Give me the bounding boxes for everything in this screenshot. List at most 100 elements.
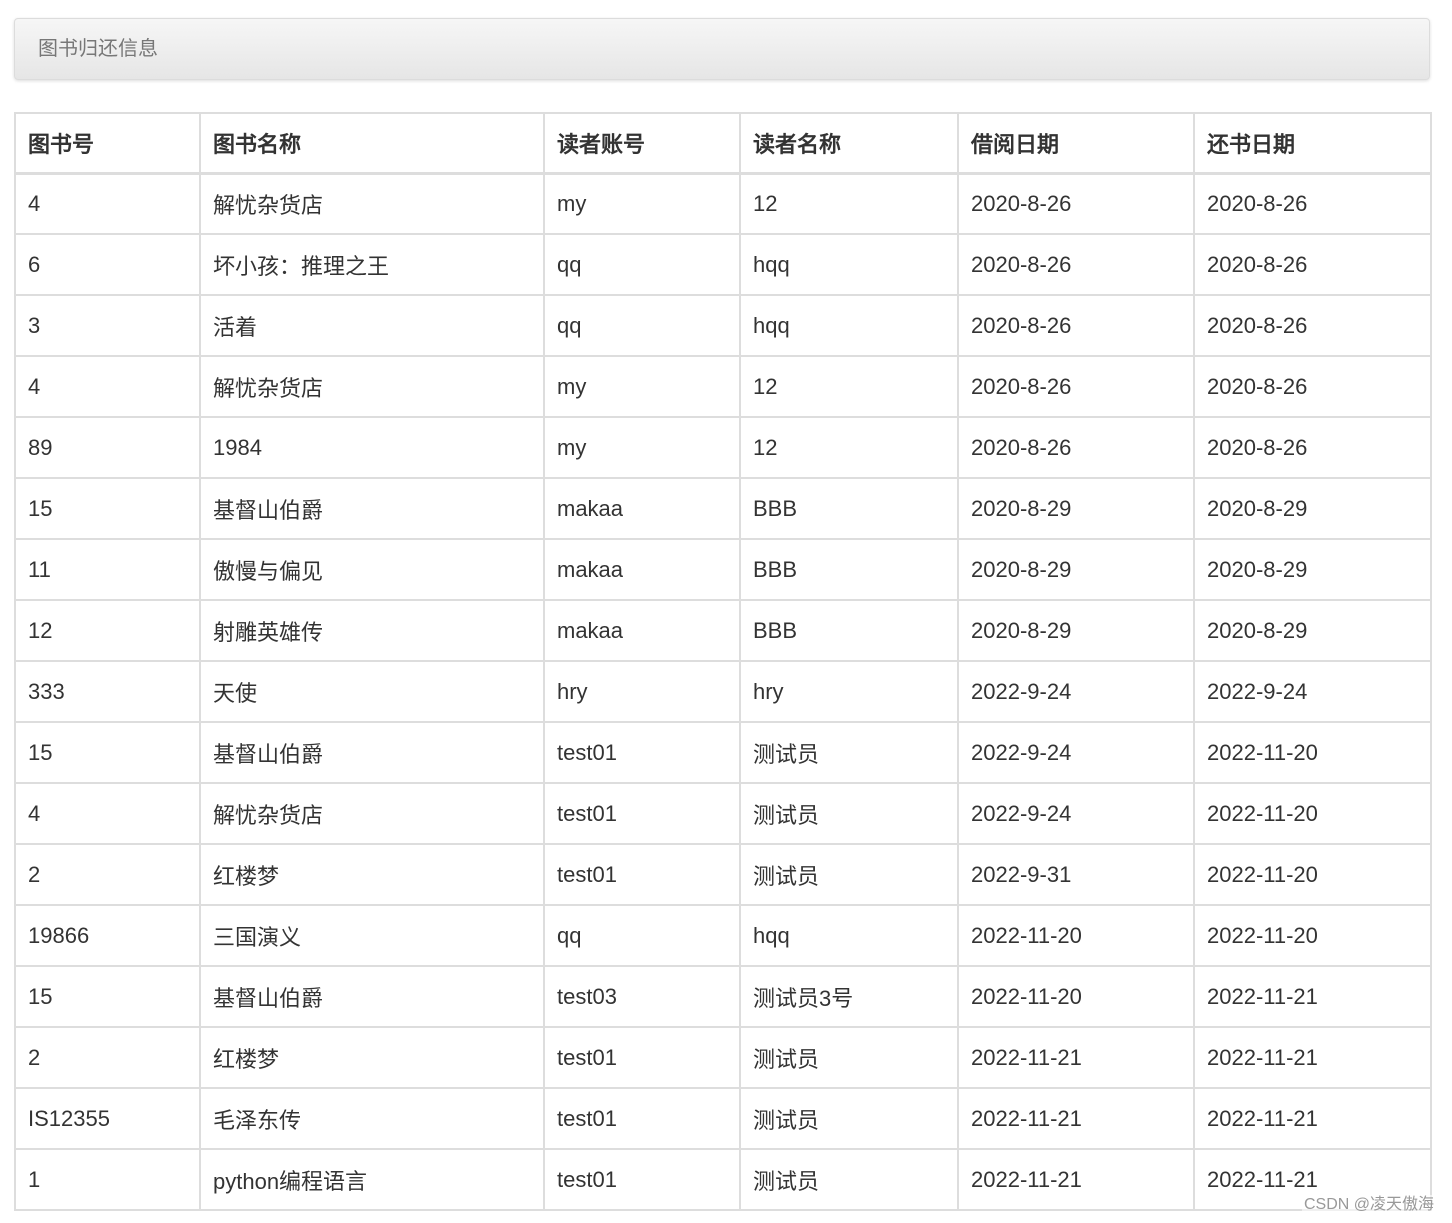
cell-book-title: 傲慢与偏见 xyxy=(199,538,545,601)
table-row: 12 射雕英雄传 makaa BBB 2020-8-29 2020-8-29 xyxy=(14,599,1432,662)
cell-return-date: 2020-8-26 xyxy=(1193,294,1432,357)
cell-book-title: 1984 xyxy=(199,416,545,479)
cell-reader-name: BBB xyxy=(739,599,959,662)
panel-heading: 图书归还信息 xyxy=(14,18,1430,80)
cell-book-title: 基督山伯爵 xyxy=(199,477,545,540)
table-row: 2 红楼梦 test01 测试员 2022-9-31 2022-11-20 xyxy=(14,843,1432,906)
cell-book-title: 解忧杂货店 xyxy=(199,172,545,235)
cell-borrow-date: 2020-8-29 xyxy=(957,477,1195,540)
cell-book-title: 解忧杂货店 xyxy=(199,782,545,845)
cell-reader-account: hry xyxy=(543,660,741,723)
cell-book-id: 333 xyxy=(14,660,201,723)
table-row: IS12355 毛泽东传 test01 测试员 2022-11-21 2022-11-21 xyxy=(14,1087,1432,1150)
table-row: 15 基督山伯爵 test03 测试员3号 2022-11-20 2022-11-21 xyxy=(14,965,1432,1028)
cell-reader-account: my xyxy=(543,355,741,418)
cell-book-id: 1 xyxy=(14,1148,201,1211)
cell-book-id: 4 xyxy=(14,172,201,235)
column-header-return-date: 还书日期 xyxy=(1193,112,1432,175)
cell-return-date: 2022-11-21 xyxy=(1193,1087,1432,1150)
cell-reader-account: makaa xyxy=(543,538,741,601)
cell-reader-name: hqq xyxy=(739,904,959,967)
cell-reader-account: test01 xyxy=(543,843,741,906)
cell-reader-account: test01 xyxy=(543,1087,741,1150)
cell-reader-name: 12 xyxy=(739,355,959,418)
table-row: 3 活着 qq hqq 2020-8-26 2020-8-26 xyxy=(14,294,1432,357)
cell-borrow-date: 2020-8-29 xyxy=(957,599,1195,662)
cell-book-id: IS12355 xyxy=(14,1087,201,1150)
cell-return-date: 2022-11-20 xyxy=(1193,843,1432,906)
cell-borrow-date: 2020-8-29 xyxy=(957,538,1195,601)
cell-borrow-date: 2022-11-21 xyxy=(957,1148,1195,1211)
cell-book-title: 坏小孩：推理之王 xyxy=(199,233,545,296)
cell-reader-name: BBB xyxy=(739,538,959,601)
column-header-reader-account: 读者账号 xyxy=(543,112,741,175)
cell-reader-name: 测试员3号 xyxy=(739,965,959,1028)
cell-reader-account: qq xyxy=(543,904,741,967)
cell-reader-name: hqq xyxy=(739,233,959,296)
cell-book-title: 红楼梦 xyxy=(199,843,545,906)
column-header-book-title: 图书名称 xyxy=(199,112,545,175)
cell-reader-account: makaa xyxy=(543,477,741,540)
cell-borrow-date: 2022-11-21 xyxy=(957,1026,1195,1089)
table-row: 333 天使 hry hry 2022-9-24 2022-9-24 xyxy=(14,660,1432,723)
cell-reader-account: qq xyxy=(543,294,741,357)
cell-reader-name: BBB xyxy=(739,477,959,540)
cell-reader-name: 测试员 xyxy=(739,1148,959,1211)
cell-book-id: 4 xyxy=(14,782,201,845)
table-row: 4 解忧杂货店 my 12 2020-8-26 2020-8-26 xyxy=(14,172,1432,235)
panel-title: 图书归还信息 xyxy=(38,38,158,60)
column-header-reader-name: 读者名称 xyxy=(739,112,959,175)
return-records-table: 图书号 图书名称 读者账号 读者名称 借阅日期 还书日期 4 解忧杂货店 my 12 2… xyxy=(14,112,1432,1211)
cell-return-date: 2020-8-26 xyxy=(1193,416,1432,479)
cell-book-title: 基督山伯爵 xyxy=(199,965,545,1028)
cell-borrow-date: 2022-9-24 xyxy=(957,782,1195,845)
cell-borrow-date: 2020-8-26 xyxy=(957,416,1195,479)
cell-book-id: 89 xyxy=(14,416,201,479)
table-body: 4 解忧杂货店 my 12 2020-8-26 2020-8-26 6 坏小孩：推理之王 qq h… xyxy=(14,172,1432,1211)
cell-reader-account: test01 xyxy=(543,782,741,845)
cell-book-title: 活着 xyxy=(199,294,545,357)
cell-book-title: python编程语言 xyxy=(199,1148,545,1211)
cell-reader-account: test03 xyxy=(543,965,741,1028)
cell-book-id: 6 xyxy=(14,233,201,296)
cell-reader-name: 测试员 xyxy=(739,782,959,845)
cell-borrow-date: 2020-8-26 xyxy=(957,172,1195,235)
cell-reader-name: 测试员 xyxy=(739,1087,959,1150)
cell-return-date: 2020-8-29 xyxy=(1193,599,1432,662)
cell-reader-account: my xyxy=(543,172,741,235)
cell-reader-account: qq xyxy=(543,233,741,296)
cell-reader-name: 12 xyxy=(739,416,959,479)
column-header-borrow-date: 借阅日期 xyxy=(957,112,1195,175)
cell-borrow-date: 2020-8-26 xyxy=(957,294,1195,357)
table-row: 1 python编程语言 test01 测试员 2022-11-21 2022-11-21 xyxy=(14,1148,1432,1211)
table-header: 图书号 图书名称 读者账号 读者名称 借阅日期 还书日期 xyxy=(14,112,1432,175)
cell-return-date: 2022-11-20 xyxy=(1193,904,1432,967)
cell-reader-name: 测试员 xyxy=(739,721,959,784)
cell-return-date: 2022-11-20 xyxy=(1193,721,1432,784)
cell-book-title: 毛泽东传 xyxy=(199,1087,545,1150)
cell-book-title: 解忧杂货店 xyxy=(199,355,545,418)
cell-book-id: 3 xyxy=(14,294,201,357)
cell-reader-account: test01 xyxy=(543,721,741,784)
cell-book-title: 红楼梦 xyxy=(199,1026,545,1089)
cell-borrow-date: 2022-11-21 xyxy=(957,1087,1195,1150)
cell-borrow-date: 2022-11-20 xyxy=(957,965,1195,1028)
cell-book-id: 15 xyxy=(14,965,201,1028)
cell-book-id: 2 xyxy=(14,1026,201,1089)
cell-borrow-date: 2020-8-26 xyxy=(957,233,1195,296)
cell-book-title: 射雕英雄传 xyxy=(199,599,545,662)
table-row: 15 基督山伯爵 makaa BBB 2020-8-29 2020-8-29 xyxy=(14,477,1432,540)
table-row: 4 解忧杂货店 my 12 2020-8-26 2020-8-26 xyxy=(14,355,1432,418)
cell-reader-name: 测试员 xyxy=(739,1026,959,1089)
cell-borrow-date: 2022-11-20 xyxy=(957,904,1195,967)
cell-book-id: 19866 xyxy=(14,904,201,967)
table-row: 11 傲慢与偏见 makaa BBB 2020-8-29 2020-8-29 xyxy=(14,538,1432,601)
cell-return-date: 2020-8-29 xyxy=(1193,538,1432,601)
cell-reader-name: 12 xyxy=(739,172,959,235)
cell-return-date: 2020-8-26 xyxy=(1193,355,1432,418)
cell-return-date: 2022-11-20 xyxy=(1193,782,1432,845)
cell-reader-account: test01 xyxy=(543,1026,741,1089)
cell-borrow-date: 2022-9-31 xyxy=(957,843,1195,906)
cell-return-date: 2020-8-26 xyxy=(1193,233,1432,296)
cell-reader-account: makaa xyxy=(543,599,741,662)
